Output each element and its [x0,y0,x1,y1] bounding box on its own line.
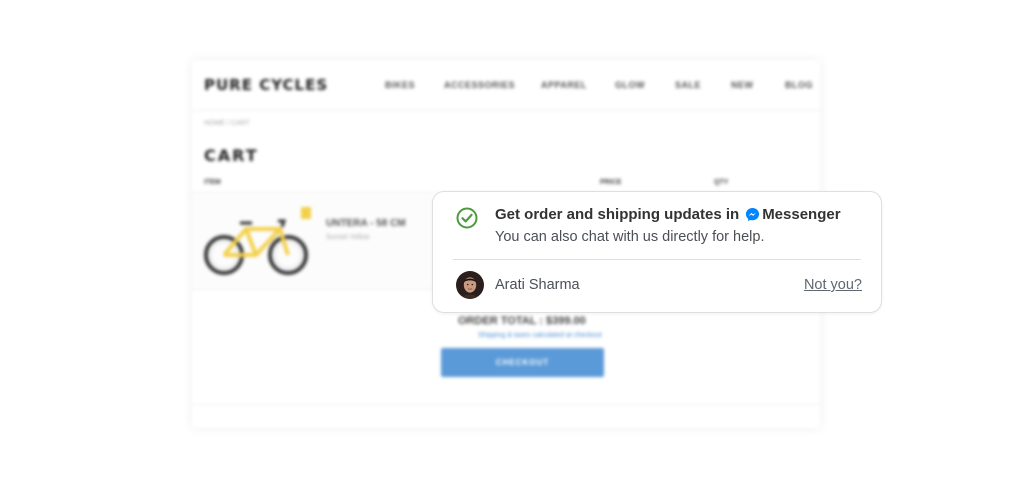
card-divider [453,259,861,260]
cart-item-variant: Sunset Yellow [326,234,370,241]
optin-headline-text: Get order and shipping updates in [495,206,740,223]
shop-header: PURE CYCLES BIKES ACCESSORIES APPAREL GL… [192,60,820,111]
nav-item-glow[interactable]: GLOW [615,80,645,90]
nav-item-accessories[interactable]: ACCESSORIES [444,80,515,90]
column-header-qty: QTY [714,179,729,186]
nav-item-bikes[interactable]: BIKES [385,80,415,90]
checkout-button[interactable]: CHECKOUT [441,348,604,377]
nav-item-sale[interactable]: SALE [675,80,701,90]
optin-subline: You can also chat with us directly for h… [495,229,765,245]
messenger-optin-card: Get order and shipping updates in Messen… [432,191,882,313]
user-name: Arati Sharma [495,277,580,293]
footer-divider [192,404,820,405]
screen: PURE CYCLES BIKES ACCESSORIES APPAREL GL… [0,0,1024,500]
optin-headline: Get order and shipping updates in Messen… [495,206,841,223]
page-title: CART [204,146,259,165]
avatar-image [456,271,484,299]
breadcrumb[interactable]: HOME / CART [204,120,250,127]
shop-logo[interactable]: PURE CYCLES [204,76,328,94]
cart-item-name[interactable]: UNTERA - 58 CM [326,218,406,229]
nav-item-blog[interactable]: BLOG [785,80,813,90]
column-header-price: PRICE [600,179,622,186]
shipping-note: Shipping & taxes calculated at checkout [478,332,602,339]
column-header-item: ITEM [204,179,221,186]
messenger-icon [746,207,760,222]
bike-product-image[interactable] [202,203,314,279]
avatar [456,271,484,299]
optin-brand-name: Messenger [762,206,841,223]
nav-item-apparel[interactable]: APPAREL [541,80,587,90]
check-circle-icon [456,207,478,229]
order-total: ORDER TOTAL : $399.00 [458,315,586,327]
nav-item-new[interactable]: NEW [731,80,754,90]
not-you-link[interactable]: Not you? [804,277,862,293]
